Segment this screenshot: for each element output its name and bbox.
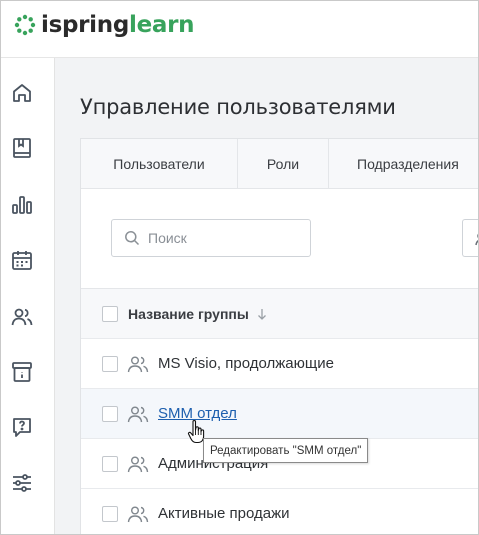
toolbar xyxy=(81,189,478,289)
logo-mark-icon xyxy=(14,14,36,36)
top-bar: ispringlearn xyxy=(1,1,478,58)
users-icon[interactable] xyxy=(10,305,34,329)
tab-bar: Пользователи Роли Подразделения xyxy=(81,139,478,189)
filter-button[interactable] xyxy=(462,219,478,257)
table-row[interactable]: SMM отдел xyxy=(81,389,478,439)
group-icon xyxy=(127,455,149,473)
search-box[interactable] xyxy=(111,219,311,257)
search-icon xyxy=(125,231,140,246)
row-checkbox[interactable] xyxy=(102,405,118,422)
edit-tooltip: Редактировать "SMM отдел" xyxy=(203,438,369,463)
row-checkbox[interactable] xyxy=(102,455,118,472)
app-window: ispringlearn Управление пользователями П… xyxy=(0,0,479,535)
group-name: Активные продажи xyxy=(158,505,290,522)
group-icon xyxy=(127,505,149,523)
home-icon[interactable] xyxy=(10,81,34,105)
select-all-checkbox[interactable] xyxy=(102,305,118,322)
table-row[interactable]: MS Visio, продолжающие xyxy=(81,339,478,389)
tab-users[interactable]: Пользователи xyxy=(81,139,238,188)
bar-chart-icon[interactable] xyxy=(10,193,34,217)
row-checkbox[interactable] xyxy=(102,355,118,372)
tab-departments[interactable]: Подразделения xyxy=(329,139,478,188)
table-header: Название группы xyxy=(81,289,478,339)
question-chat-icon[interactable] xyxy=(10,415,34,439)
search-input[interactable] xyxy=(148,230,298,246)
table-row[interactable]: Активные продажи xyxy=(81,489,478,534)
groups-panel: Пользователи Роли Подразделения Название… xyxy=(80,138,478,534)
brand-name-part1: ispring xyxy=(41,12,130,38)
sliders-icon[interactable] xyxy=(10,471,34,495)
brand-name-part2: learn xyxy=(129,12,195,38)
group-icon xyxy=(127,355,149,373)
main-content: Управление пользователями Пользователи Р… xyxy=(55,58,478,534)
calendar-icon[interactable] xyxy=(10,248,34,272)
tab-roles[interactable]: Роли xyxy=(238,139,329,188)
group-name: MS Visio, продолжающие xyxy=(158,355,334,372)
column-header-group-name[interactable]: Название группы xyxy=(128,306,268,322)
page-title: Управление пользователями xyxy=(80,95,396,119)
book-icon[interactable] xyxy=(10,136,34,160)
column-header-label: Название группы xyxy=(128,305,249,322)
row-checkbox[interactable] xyxy=(102,505,118,522)
sort-down-icon xyxy=(257,308,266,320)
group-icon xyxy=(127,405,149,423)
sidebar xyxy=(1,58,55,534)
filter-icon xyxy=(475,233,478,246)
brand-logo[interactable]: ispringlearn xyxy=(14,10,195,40)
brand-name: ispringlearn xyxy=(41,12,195,38)
archive-info-icon[interactable] xyxy=(10,360,34,384)
